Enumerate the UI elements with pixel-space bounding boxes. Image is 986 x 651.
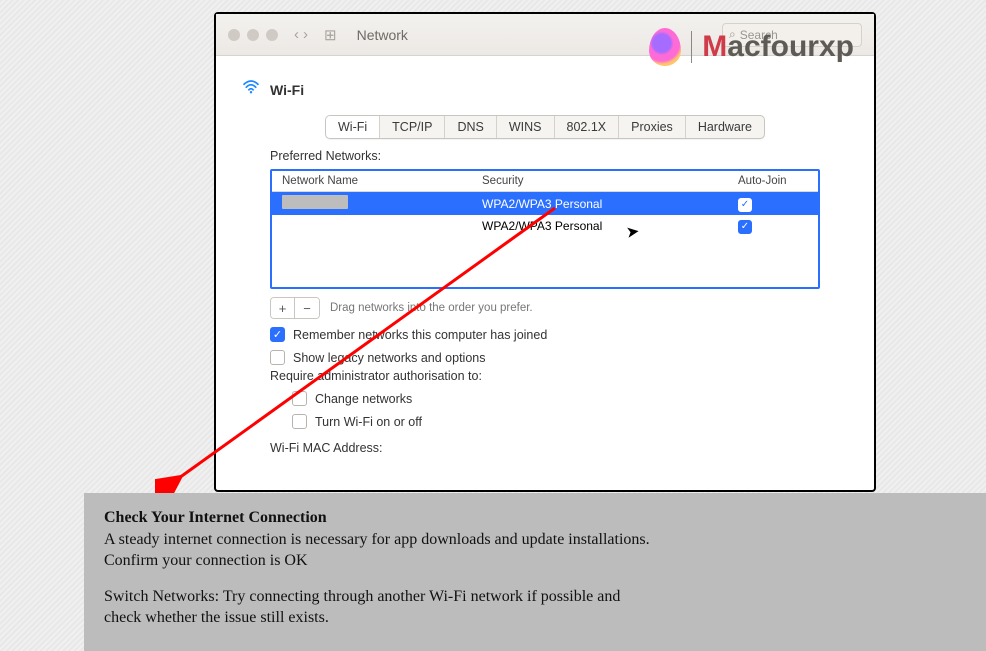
remember-label: Remember networks this computer has join… xyxy=(293,328,547,342)
caption-box: Check Your Internet Connection A steady … xyxy=(84,493,986,651)
turn-wifi-checkbox[interactable] xyxy=(292,414,307,429)
caption-heading: Check Your Internet Connection xyxy=(104,507,966,529)
tab-wins[interactable]: WINS xyxy=(497,116,555,138)
network-window: ‹ › ⊞ Network ⌕ Search Macfourxp Wi-Fi W… xyxy=(214,12,876,492)
drag-hint: Drag networks into the order you prefer. xyxy=(330,302,533,314)
forward-icon[interactable]: › xyxy=(303,26,308,43)
table-header: Network Name Security Auto-Join xyxy=(272,171,818,192)
caption-line: A steady internet connection is necessar… xyxy=(104,529,966,551)
content-panel: Wi-Fi Wi-Fi TCP/IP DNS WINS 802.1X Proxi… xyxy=(228,68,862,480)
legacy-networks-row[interactable]: Show legacy networks and options xyxy=(270,350,820,365)
turn-wifi-row[interactable]: Turn Wi-Fi on or off xyxy=(292,414,820,429)
table-row[interactable]: WPA2/WPA3 Personal ✓ xyxy=(272,215,818,237)
security-value: WPA2/WPA3 Personal xyxy=(482,219,738,233)
col-name: Network Name xyxy=(282,175,482,187)
tab-dns[interactable]: DNS xyxy=(445,116,496,138)
change-networks-checkbox[interactable] xyxy=(292,391,307,406)
section-header: Wi-Fi xyxy=(242,80,848,99)
minimize-icon[interactable] xyxy=(247,29,259,41)
section-title: Wi-Fi xyxy=(270,82,304,98)
back-icon[interactable]: ‹ xyxy=(294,26,299,43)
tab-proxies[interactable]: Proxies xyxy=(619,116,686,138)
preferred-networks-label: Preferred Networks: xyxy=(270,149,820,163)
tab-wifi[interactable]: Wi-Fi xyxy=(326,116,380,138)
autojoin-checkbox[interactable]: ✓ xyxy=(738,220,752,234)
legacy-checkbox[interactable] xyxy=(270,350,285,365)
change-networks-row[interactable]: Change networks xyxy=(292,391,820,406)
nav-arrows[interactable]: ‹ › xyxy=(294,26,308,43)
remember-networks-row[interactable]: ✓ Remember networks this computer has jo… xyxy=(270,327,820,342)
tabs: Wi-Fi TCP/IP DNS WINS 802.1X Proxies Har… xyxy=(325,115,765,139)
autojoin-checkbox[interactable]: ✓ xyxy=(738,198,752,212)
col-autojoin: Auto-Join xyxy=(738,175,808,187)
tab-8021x[interactable]: 802.1X xyxy=(555,116,620,138)
wifi-icon xyxy=(242,80,260,99)
cursor-icon: ➤ xyxy=(625,221,641,243)
apple-glow-icon xyxy=(649,28,681,66)
tab-hardware[interactable]: Hardware xyxy=(686,116,764,138)
caption-line: Confirm your connection is OK xyxy=(104,550,966,572)
caption-line: check whether the issue still exists. xyxy=(104,607,966,629)
tab-tcpip[interactable]: TCP/IP xyxy=(380,116,445,138)
change-networks-label: Change networks xyxy=(315,392,412,406)
security-value: WPA2/WPA3 Personal xyxy=(482,197,738,211)
add-button[interactable]: + xyxy=(271,298,295,318)
remember-checkbox[interactable]: ✓ xyxy=(270,327,285,342)
add-remove-buttons: + − xyxy=(270,297,320,319)
col-security: Security xyxy=(482,175,738,187)
brand-logo: Macfourxp xyxy=(649,28,854,66)
mac-address-label: Wi-Fi MAC Address: xyxy=(270,441,820,455)
remove-button[interactable]: − xyxy=(295,298,319,318)
admin-auth-label: Require administrator authorisation to: xyxy=(270,369,820,383)
divider xyxy=(691,31,692,63)
turn-wifi-label: Turn Wi-Fi on or off xyxy=(315,415,422,429)
zoom-icon[interactable] xyxy=(266,29,278,41)
close-icon[interactable] xyxy=(228,29,240,41)
networks-table[interactable]: Network Name Security Auto-Join WPA2/WPA… xyxy=(270,169,820,289)
caption-line: Switch Networks: Try connecting through … xyxy=(104,586,966,608)
brand-text: Macfourxp xyxy=(702,30,854,64)
window-controls[interactable] xyxy=(228,29,278,41)
table-row[interactable]: WPA2/WPA3 Personal ✓ xyxy=(272,192,818,215)
legacy-label: Show legacy networks and options xyxy=(293,351,485,365)
apps-grid-icon[interactable]: ⊞ xyxy=(324,26,337,44)
network-name-redacted xyxy=(282,195,348,209)
